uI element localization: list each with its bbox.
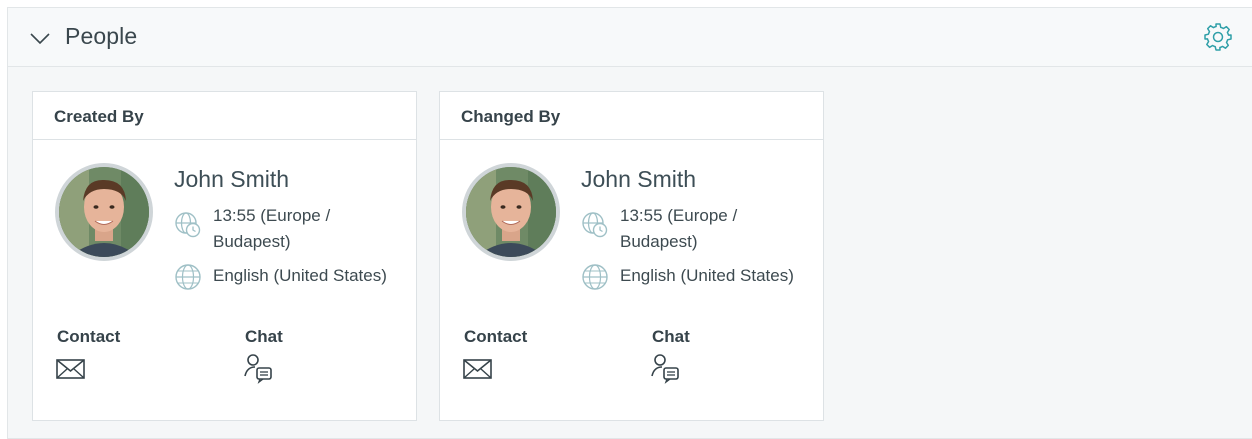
language-text: English (United States) bbox=[213, 266, 387, 285]
chat-label: Chat bbox=[245, 327, 283, 346]
timezone-icon bbox=[581, 211, 609, 239]
mail-icon[interactable] bbox=[463, 358, 493, 380]
widget-title: People bbox=[65, 23, 138, 49]
language-text: English (United States) bbox=[620, 266, 794, 285]
chat-icon[interactable] bbox=[243, 352, 275, 384]
user-name: John Smith bbox=[174, 166, 290, 192]
mail-icon[interactable] bbox=[56, 358, 86, 380]
globe-icon bbox=[581, 263, 609, 291]
card-header: Created By bbox=[33, 92, 416, 140]
contact-label: Contact bbox=[57, 327, 121, 346]
avatar bbox=[55, 163, 153, 261]
timezone-text: 13:55 (Europe / Budapest) bbox=[620, 206, 738, 251]
changed-by-card: Changed By John Smith 13:55 (Europe / Bu… bbox=[439, 91, 824, 421]
timezone-icon bbox=[174, 211, 202, 239]
chat-label: Chat bbox=[652, 327, 690, 346]
timezone-text: 13:55 (Europe / Budapest) bbox=[213, 206, 331, 251]
contact-label: Contact bbox=[464, 327, 528, 346]
card-header: Changed By bbox=[440, 92, 823, 140]
people-widget: People Created By John Smith 13:55 (Euro… bbox=[7, 7, 1252, 439]
globe-icon bbox=[174, 263, 202, 291]
avatar bbox=[462, 163, 560, 261]
created-by-card: Created By John Smith 13:55 (Europe / Bu… bbox=[32, 91, 417, 421]
user-name: John Smith bbox=[581, 166, 697, 192]
chat-icon[interactable] bbox=[650, 352, 682, 384]
gear-icon[interactable] bbox=[1203, 22, 1233, 52]
chevron-down-icon[interactable] bbox=[29, 28, 51, 48]
widget-header: People bbox=[8, 8, 1252, 67]
